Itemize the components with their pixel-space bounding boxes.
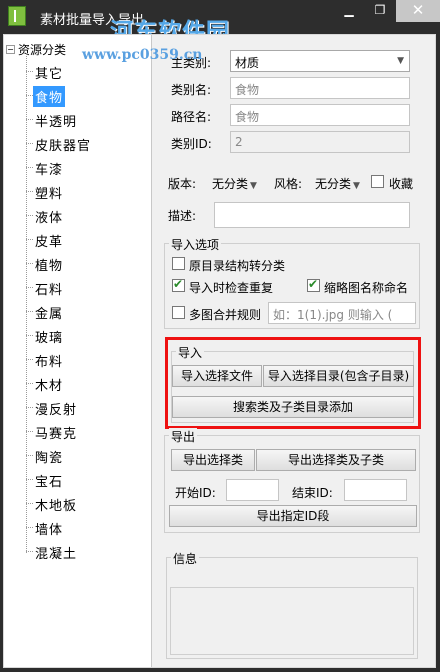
category-id-label: 类别ID:: [171, 137, 212, 151]
tree-item[interactable]: 木材: [26, 373, 136, 394]
watermark-url: www.pc0359.cn: [82, 47, 203, 63]
version-select[interactable]: 无分类 ▼: [212, 175, 257, 192]
tree-item-label: 墙体: [35, 523, 64, 538]
tree-item[interactable]: 皮革: [26, 229, 136, 250]
export-with-sub-button[interactable]: 导出选择类及子类: [256, 449, 416, 471]
tree-item[interactable]: 半透明: [26, 109, 136, 130]
tree-item-label: 半透明: [35, 115, 78, 130]
tree-item[interactable]: 布料: [26, 349, 136, 370]
tree-item-label: 玻璃: [35, 331, 64, 346]
tree-item[interactable]: 塑料: [26, 181, 136, 202]
main-category-value: 材质: [235, 56, 260, 70]
start-id-label: 开始ID:: [175, 486, 216, 500]
minimize-icon[interactable]: ▁: [334, 0, 364, 22]
maximize-icon[interactable]: ❐: [365, 0, 395, 22]
tree-item-label: 混凝土: [35, 547, 78, 562]
tree-item-label: 食物: [33, 86, 66, 107]
end-id-label: 结束ID:: [292, 486, 333, 500]
category-name-field[interactable]: 食物: [230, 77, 410, 99]
chevron-down-icon: ▼: [250, 181, 257, 191]
tree-item-label: 马赛克: [35, 427, 78, 442]
import-directory-button[interactable]: 导入选择目录(包含子目录): [263, 365, 414, 387]
tree-item[interactable]: 皮肤器官: [26, 133, 136, 154]
tree-item-label: 塑料: [35, 187, 64, 202]
tree-item-label: 皮革: [35, 235, 64, 250]
tree-item-label: 金属: [35, 307, 64, 322]
chevron-down-icon: ▼: [353, 181, 360, 191]
style-value: 无分类: [315, 177, 352, 191]
favorite-checkbox[interactable]: [371, 175, 384, 188]
check-duplicate-label: 导入时检查重复: [189, 281, 274, 295]
tree-item-label: 车漆: [35, 163, 64, 178]
tree-item[interactable]: 石料: [26, 277, 136, 298]
merge-rule-label: 多图合并规则: [189, 308, 262, 322]
tree-item[interactable]: 其它: [26, 61, 136, 82]
title-bar: 素材批量导入导出 河东软件园 ▁ ❐ ✕: [0, 0, 440, 45]
tree-item-label: 植物: [35, 259, 64, 274]
category-tree[interactable]: − 资源分类 其它食物半透明皮肤器官车漆塑料液体皮革植物石料金属玻璃布料木材漫反射…: [4, 35, 152, 667]
import-options-title: 导入选项: [169, 236, 222, 253]
main-category-select[interactable]: 材质 ▼: [230, 50, 410, 72]
tree-item-label: 其它: [35, 67, 64, 82]
merge-rule-input[interactable]: 如：1(1).jpg 则输入 (: [268, 302, 416, 324]
style-label: 风格:: [274, 177, 303, 191]
tree-item[interactable]: 宝石: [26, 469, 136, 490]
tree-item[interactable]: 木地板: [26, 493, 136, 514]
tree-item-label: 石料: [35, 283, 64, 298]
tree-item-label: 宝石: [35, 475, 64, 490]
export-id-range-button[interactable]: 导出指定ID段: [169, 505, 417, 527]
info-title: 信息: [171, 550, 200, 567]
check-duplicate-checkbox[interactable]: [172, 277, 185, 292]
tree-item-label: 漫反射: [35, 403, 78, 418]
version-value: 无分类: [212, 177, 249, 191]
favorite-label: 收藏: [389, 177, 414, 191]
tree-item-label: 布料: [35, 355, 64, 370]
import-title: 导入: [176, 344, 205, 361]
description-label: 描述:: [168, 209, 197, 223]
tree-item[interactable]: 马赛克: [26, 421, 136, 442]
start-id-field[interactable]: [226, 479, 279, 501]
path-name-field[interactable]: 食物: [230, 104, 410, 126]
close-icon[interactable]: ✕: [396, 0, 440, 22]
tree-item[interactable]: 墙体: [26, 517, 136, 538]
collapse-icon[interactable]: −: [6, 45, 15, 54]
original-structure-label: 原目录结构转分类: [189, 259, 286, 273]
tree-item[interactable]: 车漆: [26, 157, 136, 178]
tree-item-label: 陶瓷: [35, 451, 64, 466]
search-add-button[interactable]: 搜索类及子类目录添加: [172, 396, 414, 418]
tree-item-label: 木材: [35, 379, 64, 394]
tree-item-label: 皮肤器官: [35, 139, 92, 154]
app-icon: [8, 6, 26, 26]
style-select[interactable]: 无分类 ▼: [315, 175, 360, 192]
tree-item[interactable]: 食物: [26, 85, 136, 107]
category-name-label: 类别名:: [171, 83, 212, 97]
version-label: 版本:: [168, 177, 197, 191]
original-structure-checkbox[interactable]: [172, 257, 185, 270]
tree-item[interactable]: 液体: [26, 205, 136, 226]
thumbnail-name-label: 缩略图名称命名: [324, 281, 409, 295]
chevron-down-icon: ▼: [397, 56, 404, 66]
main-window: − 资源分类 其它食物半透明皮肤器官车漆塑料液体皮革植物石料金属玻璃布料木材漫反射…: [3, 34, 436, 668]
merge-rule-checkbox[interactable]: [172, 306, 185, 319]
import-file-button[interactable]: 导入选择文件: [172, 365, 262, 387]
tree-item-label: 液体: [35, 211, 64, 226]
export-title: 导出: [169, 428, 198, 445]
tree-item[interactable]: 漫反射: [26, 397, 136, 418]
tree-item[interactable]: 金属: [26, 301, 136, 322]
thumbnail-name-checkbox[interactable]: [307, 277, 320, 292]
tree-item-label: 木地板: [35, 499, 78, 514]
tree-item[interactable]: 玻璃: [26, 325, 136, 346]
tree-item[interactable]: 陶瓷: [26, 445, 136, 466]
end-id-field[interactable]: [344, 479, 407, 501]
category-id-field: 2: [230, 131, 410, 153]
tree-item[interactable]: 混凝土: [26, 541, 136, 562]
tree-item[interactable]: 植物: [26, 253, 136, 274]
tree-root[interactable]: − 资源分类: [6, 41, 66, 58]
info-text-area[interactable]: [170, 587, 414, 655]
export-category-button[interactable]: 导出选择类: [171, 449, 255, 471]
description-field[interactable]: [214, 202, 410, 228]
path-name-label: 路径名:: [171, 110, 212, 124]
